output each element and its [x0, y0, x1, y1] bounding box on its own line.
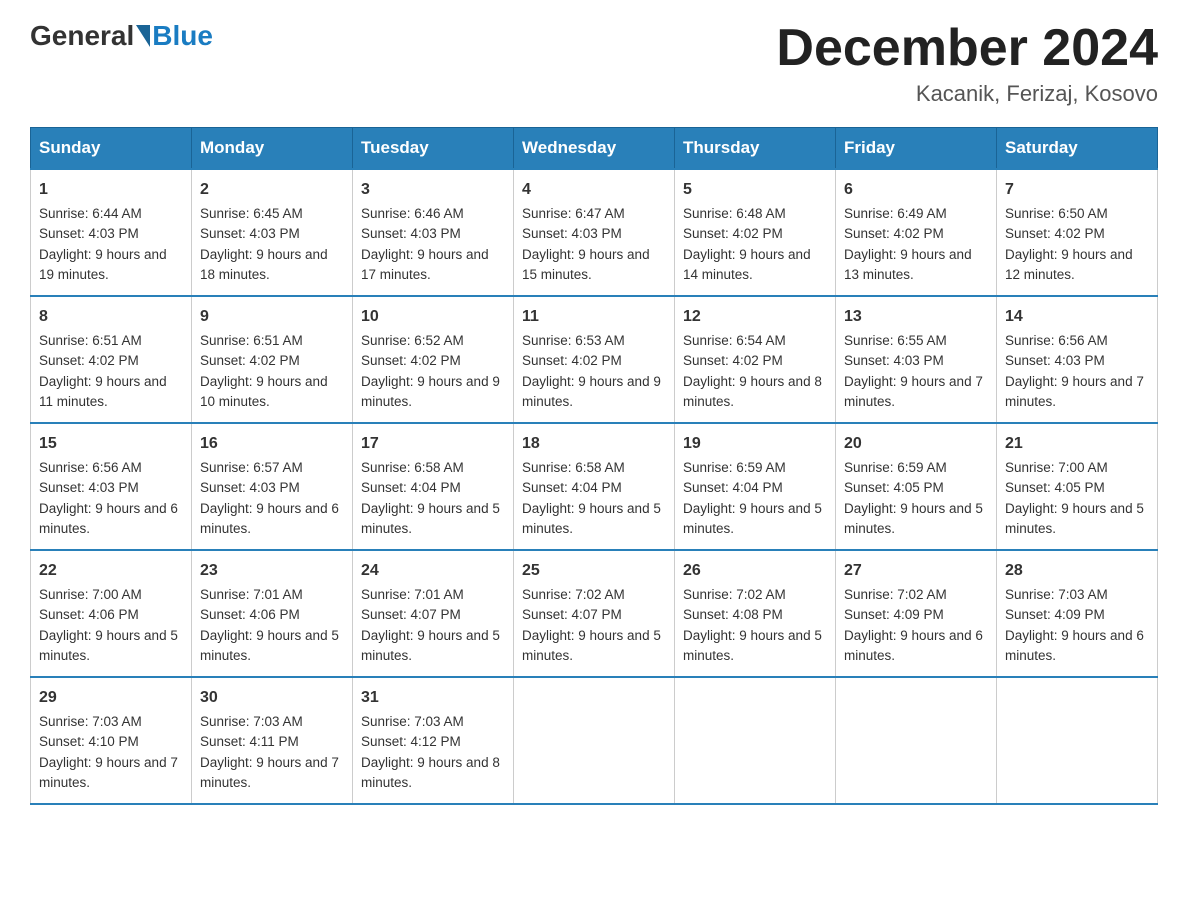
calendar-table: Sunday Monday Tuesday Wednesday Thursday…: [30, 127, 1158, 805]
calendar-cell: 21Sunrise: 7:00 AMSunset: 4:05 PMDayligh…: [997, 423, 1158, 550]
day-number: 20: [844, 432, 988, 456]
calendar-cell: 13Sunrise: 6:55 AMSunset: 4:03 PMDayligh…: [836, 296, 997, 423]
calendar-cell: 23Sunrise: 7:01 AMSunset: 4:06 PMDayligh…: [192, 550, 353, 677]
day-number: 25: [522, 559, 666, 583]
header-friday: Friday: [836, 128, 997, 170]
day-number: 14: [1005, 305, 1149, 329]
calendar-week-row: 15Sunrise: 6:56 AMSunset: 4:03 PMDayligh…: [31, 423, 1158, 550]
day-number: 28: [1005, 559, 1149, 583]
calendar-cell: 15Sunrise: 6:56 AMSunset: 4:03 PMDayligh…: [31, 423, 192, 550]
calendar-cell: 28Sunrise: 7:03 AMSunset: 4:09 PMDayligh…: [997, 550, 1158, 677]
calendar-week-row: 8Sunrise: 6:51 AMSunset: 4:02 PMDaylight…: [31, 296, 1158, 423]
location-text: Kacanik, Ferizaj, Kosovo: [776, 81, 1158, 107]
header-saturday: Saturday: [997, 128, 1158, 170]
calendar-cell: 3Sunrise: 6:46 AMSunset: 4:03 PMDaylight…: [353, 169, 514, 296]
calendar-cell: 1Sunrise: 6:44 AMSunset: 4:03 PMDaylight…: [31, 169, 192, 296]
logo-blue-text: Blue: [152, 20, 213, 52]
calendar-cell: 29Sunrise: 7:03 AMSunset: 4:10 PMDayligh…: [31, 677, 192, 804]
calendar-cell: 25Sunrise: 7:02 AMSunset: 4:07 PMDayligh…: [514, 550, 675, 677]
day-number: 23: [200, 559, 344, 583]
calendar-cell: 27Sunrise: 7:02 AMSunset: 4:09 PMDayligh…: [836, 550, 997, 677]
day-number: 16: [200, 432, 344, 456]
calendar-week-row: 22Sunrise: 7:00 AMSunset: 4:06 PMDayligh…: [31, 550, 1158, 677]
calendar-cell: 20Sunrise: 6:59 AMSunset: 4:05 PMDayligh…: [836, 423, 997, 550]
calendar-cell: [675, 677, 836, 804]
calendar-cell: 7Sunrise: 6:50 AMSunset: 4:02 PMDaylight…: [997, 169, 1158, 296]
day-number: 9: [200, 305, 344, 329]
day-number: 4: [522, 178, 666, 202]
header-monday: Monday: [192, 128, 353, 170]
calendar-cell: 6Sunrise: 6:49 AMSunset: 4:02 PMDaylight…: [836, 169, 997, 296]
calendar-cell: [997, 677, 1158, 804]
header-sunday: Sunday: [31, 128, 192, 170]
calendar-cell: 12Sunrise: 6:54 AMSunset: 4:02 PMDayligh…: [675, 296, 836, 423]
day-number: 15: [39, 432, 183, 456]
calendar-cell: 5Sunrise: 6:48 AMSunset: 4:02 PMDaylight…: [675, 169, 836, 296]
day-number: 29: [39, 686, 183, 710]
day-number: 19: [683, 432, 827, 456]
calendar-week-row: 1Sunrise: 6:44 AMSunset: 4:03 PMDaylight…: [31, 169, 1158, 296]
calendar-cell: 22Sunrise: 7:00 AMSunset: 4:06 PMDayligh…: [31, 550, 192, 677]
calendar-cell: 17Sunrise: 6:58 AMSunset: 4:04 PMDayligh…: [353, 423, 514, 550]
calendar-cell: 8Sunrise: 6:51 AMSunset: 4:02 PMDaylight…: [31, 296, 192, 423]
calendar-cell: 16Sunrise: 6:57 AMSunset: 4:03 PMDayligh…: [192, 423, 353, 550]
logo-general-text: General: [30, 20, 134, 52]
day-number: 12: [683, 305, 827, 329]
day-number: 5: [683, 178, 827, 202]
header-wednesday: Wednesday: [514, 128, 675, 170]
calendar-cell: 19Sunrise: 6:59 AMSunset: 4:04 PMDayligh…: [675, 423, 836, 550]
calendar-cell: [836, 677, 997, 804]
day-number: 27: [844, 559, 988, 583]
page-header: General Blue December 2024 Kacanik, Feri…: [30, 20, 1158, 107]
day-number: 3: [361, 178, 505, 202]
header-row: Sunday Monday Tuesday Wednesday Thursday…: [31, 128, 1158, 170]
calendar-cell: 24Sunrise: 7:01 AMSunset: 4:07 PMDayligh…: [353, 550, 514, 677]
day-number: 24: [361, 559, 505, 583]
calendar-cell: 31Sunrise: 7:03 AMSunset: 4:12 PMDayligh…: [353, 677, 514, 804]
calendar-cell: 4Sunrise: 6:47 AMSunset: 4:03 PMDaylight…: [514, 169, 675, 296]
day-number: 13: [844, 305, 988, 329]
day-number: 21: [1005, 432, 1149, 456]
calendar-header: Sunday Monday Tuesday Wednesday Thursday…: [31, 128, 1158, 170]
calendar-cell: 26Sunrise: 7:02 AMSunset: 4:08 PMDayligh…: [675, 550, 836, 677]
calendar-body: 1Sunrise: 6:44 AMSunset: 4:03 PMDaylight…: [31, 169, 1158, 804]
day-number: 8: [39, 305, 183, 329]
title-block: December 2024 Kacanik, Ferizaj, Kosovo: [776, 20, 1158, 107]
day-number: 7: [1005, 178, 1149, 202]
calendar-cell: [514, 677, 675, 804]
day-number: 18: [522, 432, 666, 456]
header-thursday: Thursday: [675, 128, 836, 170]
month-title: December 2024: [776, 20, 1158, 77]
calendar-cell: 9Sunrise: 6:51 AMSunset: 4:02 PMDaylight…: [192, 296, 353, 423]
day-number: 1: [39, 178, 183, 202]
calendar-cell: 14Sunrise: 6:56 AMSunset: 4:03 PMDayligh…: [997, 296, 1158, 423]
logo-triangle-icon: [136, 25, 150, 47]
day-number: 2: [200, 178, 344, 202]
calendar-cell: 30Sunrise: 7:03 AMSunset: 4:11 PMDayligh…: [192, 677, 353, 804]
calendar-cell: 11Sunrise: 6:53 AMSunset: 4:02 PMDayligh…: [514, 296, 675, 423]
calendar-cell: 10Sunrise: 6:52 AMSunset: 4:02 PMDayligh…: [353, 296, 514, 423]
day-number: 10: [361, 305, 505, 329]
calendar-week-row: 29Sunrise: 7:03 AMSunset: 4:10 PMDayligh…: [31, 677, 1158, 804]
day-number: 30: [200, 686, 344, 710]
day-number: 26: [683, 559, 827, 583]
day-number: 6: [844, 178, 988, 202]
day-number: 17: [361, 432, 505, 456]
day-number: 31: [361, 686, 505, 710]
logo: General Blue: [30, 20, 213, 52]
header-tuesday: Tuesday: [353, 128, 514, 170]
calendar-cell: 18Sunrise: 6:58 AMSunset: 4:04 PMDayligh…: [514, 423, 675, 550]
day-number: 22: [39, 559, 183, 583]
calendar-cell: 2Sunrise: 6:45 AMSunset: 4:03 PMDaylight…: [192, 169, 353, 296]
day-number: 11: [522, 305, 666, 329]
